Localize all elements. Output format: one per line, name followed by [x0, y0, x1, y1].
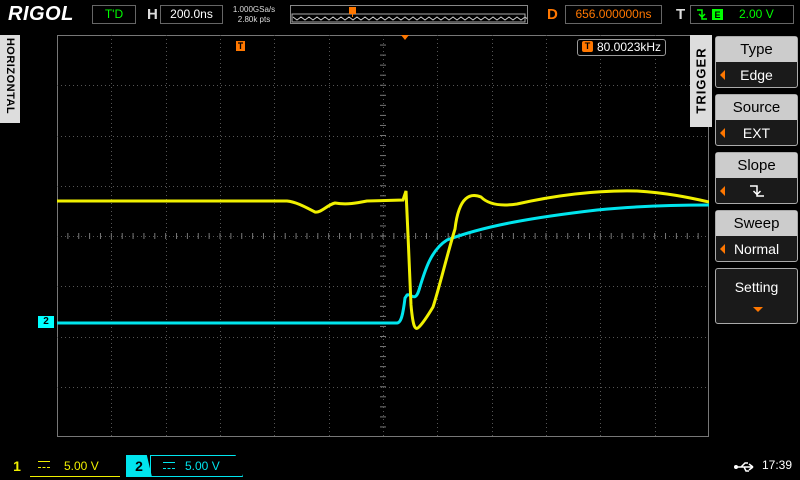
dc-coupling-icon	[163, 462, 175, 469]
menu-source[interactable]: Source EXT	[715, 94, 798, 146]
trigger-tab[interactable]: TRIGGER	[690, 35, 712, 127]
clock: 17:39	[762, 458, 793, 472]
horizontal-tab[interactable]: HORIZONTAL	[0, 35, 20, 123]
run-status: T'D	[92, 5, 136, 24]
horizontal-tab-label: HORIZONTAL	[4, 37, 16, 115]
channel-bar: 1 5.00 V 2 5.00 V 17:39	[0, 452, 800, 480]
trigger-position-icon	[349, 7, 356, 17]
frequency-value: 80.0023kHz	[597, 40, 662, 54]
falling-edge-icon	[750, 185, 764, 197]
softkey-menu: Type Edge Source EXT Slope Sweep Normal …	[712, 35, 800, 450]
arrow-down-icon	[753, 307, 763, 312]
ch2-scale-box[interactable]: 5.00 V	[150, 455, 243, 477]
waveform-display[interactable]	[57, 35, 709, 437]
menu-slope-title: Slope	[716, 153, 797, 178]
frequency-counter: T 80.0023kHz	[577, 39, 666, 56]
menu-slope[interactable]: Slope	[715, 152, 798, 204]
usb-icon	[734, 462, 754, 472]
trigger-status[interactable]: E 2.00 V	[690, 5, 794, 24]
ch1-scale-box[interactable]: 5.00 V	[30, 455, 120, 477]
menu-setting[interactable]: Setting	[715, 268, 798, 324]
menu-type-value: Edge	[740, 67, 773, 83]
menu-type-title: Type	[716, 37, 797, 62]
timebase-value[interactable]: 200.0ns	[160, 5, 223, 24]
menu-source-value: EXT	[742, 125, 771, 141]
menu-sweep-title: Sweep	[716, 211, 797, 236]
delay-value[interactable]: 656.000000ns	[565, 5, 662, 24]
trigger-position-icon	[236, 41, 245, 51]
memory-depth: 2.80k pts	[237, 15, 271, 24]
menu-sweep[interactable]: Sweep Normal	[715, 210, 798, 262]
ch2-scale: 5.00 V	[185, 459, 220, 473]
ch1-number[interactable]: 1	[6, 455, 28, 477]
dc-coupling-icon	[38, 461, 50, 468]
menu-type[interactable]: Type Edge	[715, 36, 798, 88]
ext-source-icon: E	[712, 9, 723, 20]
status-bar: RIGOL T'D H 200.0ns 1.000GSa/s 2.80k pts…	[0, 0, 800, 30]
menu-sweep-value: Normal	[733, 241, 780, 257]
timebase-label: H	[147, 6, 158, 23]
delay-label: D	[547, 6, 558, 23]
counter-icon: T	[582, 41, 593, 52]
trigger-tab-label: TRIGGER	[693, 47, 709, 114]
memory-overview	[290, 5, 528, 24]
sample-rate: 1.000GSa/s	[232, 5, 276, 14]
ch1-scale: 5.00 V	[64, 459, 99, 473]
menu-setting-title: Setting	[734, 279, 779, 295]
trigger-label: T	[676, 6, 686, 23]
menu-source-title: Source	[716, 95, 797, 120]
ch2-offset-marker[interactable]: 2	[38, 316, 54, 328]
trigger-level: 2.00 V	[739, 7, 774, 21]
brand-logo: RIGOL	[8, 3, 74, 25]
ch2-number[interactable]: 2	[126, 455, 152, 477]
falling-edge-icon	[697, 9, 707, 20]
svg-text:E: E	[714, 10, 720, 20]
sample-info: 1.000GSa/s 2.80k pts	[229, 5, 279, 25]
